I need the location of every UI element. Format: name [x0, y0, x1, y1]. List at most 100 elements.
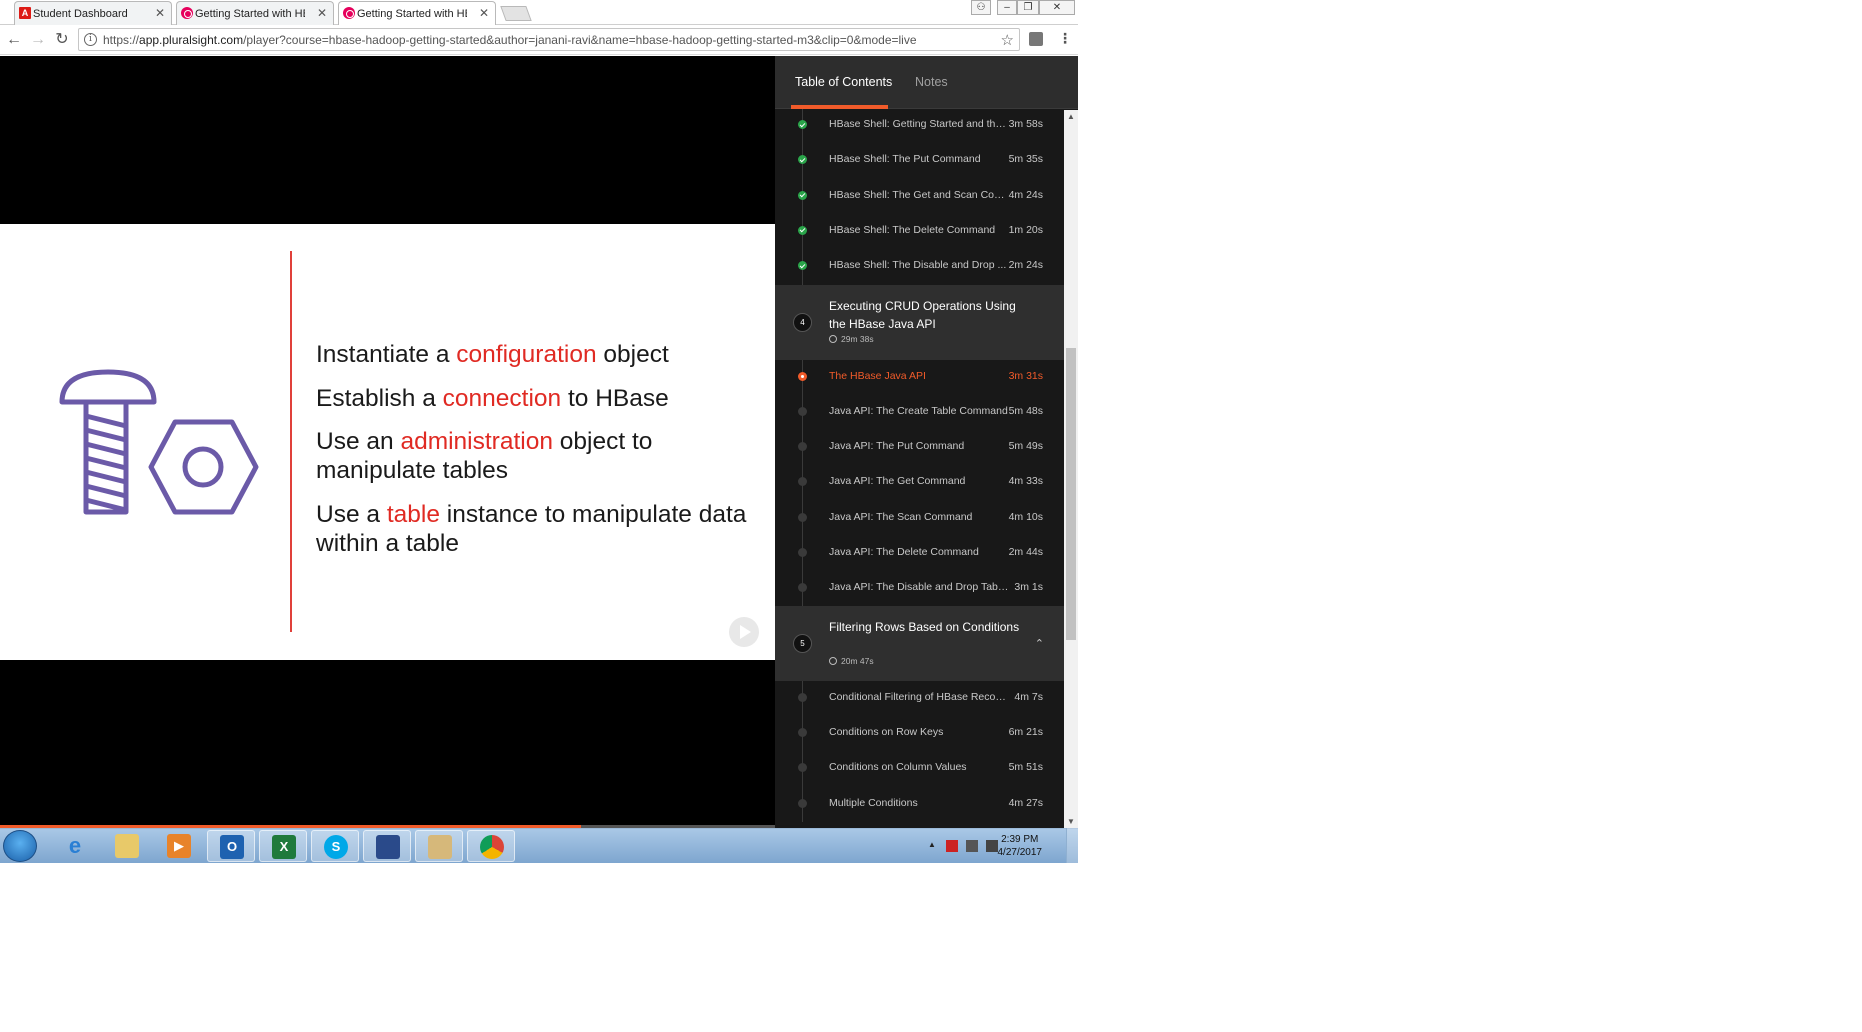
- clip-row[interactable]: Conditions on Column Values 5m 51s: [775, 751, 1064, 786]
- completed-check-icon: [798, 225, 807, 235]
- completed-check-icon: [798, 190, 807, 200]
- sidebar-scrollbar[interactable]: ▲ ▼: [1064, 110, 1078, 828]
- bullet-highlight: administration: [400, 428, 553, 455]
- module-header[interactable]: 4 Executing CRUD Operations Using the HBa…: [775, 285, 1064, 360]
- clip-row[interactable]: Conditional Filtering of HBase Records 4m…: [775, 681, 1064, 716]
- module-header[interactable]: 5 Filtering Rows Based on Conditions 20m 4…: [775, 605, 1064, 681]
- clip-title: Java API: The Put Command: [829, 440, 965, 453]
- pluralsight-favicon-icon: [181, 7, 193, 19]
- clip-duration: 4m 27s: [1008, 796, 1043, 809]
- clip-row[interactable]: Java API: The Scan Command 4m 10s: [775, 501, 1064, 536]
- scrollbar-thumb[interactable]: [1066, 348, 1076, 640]
- close-window-icon[interactable]: ✕: [1039, 0, 1075, 15]
- clip-row[interactable]: Java API: The Put Command 5m 49s: [775, 430, 1064, 465]
- slide-bullet-list: Instantiate a configuration object Estab…: [316, 340, 766, 572]
- clip-row[interactable]: Java API: The Disable and Drop Table... 3…: [775, 571, 1064, 606]
- browser-tab[interactable]: Getting Started with HBase ✕: [176, 1, 334, 25]
- extension-icon[interactable]: [1029, 32, 1043, 46]
- site-info-icon[interactable]: i: [84, 33, 97, 46]
- tab-table-of-contents[interactable]: Table of Contents: [795, 75, 892, 89]
- chevron-up-icon[interactable]: ⌃: [1035, 637, 1044, 650]
- clip-row[interactable]: Java API: The Delete Command 2m 44s: [775, 536, 1064, 571]
- clock-icon: [829, 656, 837, 665]
- show-desktop-button[interactable]: [1066, 828, 1078, 863]
- taskbar-clock[interactable]: 2:39 PM 4/27/2017: [998, 833, 1043, 859]
- media-player-icon[interactable]: ▶: [155, 830, 203, 862]
- clip-row[interactable]: The HBase Java API 3m 31s: [775, 360, 1064, 395]
- clip-duration: 5m 49s: [1008, 440, 1043, 453]
- clip-title: Java API: The Create Table Command: [829, 404, 1008, 417]
- clip-status-icon: [798, 583, 807, 593]
- clip-duration: 5m 35s: [1008, 153, 1043, 166]
- tab-notes[interactable]: Notes: [915, 75, 948, 89]
- video-player[interactable]: Instantiate a configuration object Estab…: [0, 56, 775, 828]
- chrome-icon[interactable]: [467, 830, 515, 862]
- clip-row[interactable]: Java API: The Get Command 4m 33s: [775, 465, 1064, 500]
- module-duration-text: 29m 38s: [841, 334, 874, 344]
- module-number-badge: 5: [793, 633, 812, 653]
- clip-row[interactable]: HBase Shell: Getting Started and the... 3…: [775, 109, 1064, 143]
- clip-row[interactable]: HBase Shell: The Delete Command 1m 20s: [775, 214, 1064, 249]
- forward-arrow-icon[interactable]: →: [28, 30, 48, 50]
- volume-icon[interactable]: [986, 840, 998, 852]
- url-scheme: https://: [103, 33, 140, 47]
- browser-menu-icon[interactable]: ⋮: [1058, 30, 1072, 47]
- scroll-down-icon[interactable]: ▼: [1067, 817, 1075, 826]
- restore-icon[interactable]: ❐: [1017, 0, 1039, 15]
- close-tab-icon[interactable]: ✕: [317, 6, 327, 20]
- url-text[interactable]: https://app.pluralsight.com/player?cours…: [103, 33, 917, 47]
- bullet-text: Use an: [316, 428, 401, 455]
- clip-duration: 4m 7s: [1014, 690, 1043, 703]
- show-hidden-icons-icon[interactable]: ▲: [928, 840, 940, 852]
- close-tab-icon[interactable]: ✕: [479, 6, 489, 20]
- close-tab-icon[interactable]: ✕: [155, 6, 165, 20]
- pluralsight-favicon-icon: [343, 7, 355, 19]
- course-sidebar: Table of Contents Notes HBase Shell: Get…: [775, 56, 1078, 828]
- paint-icon[interactable]: [415, 830, 463, 862]
- clip-row[interactable]: HBase Shell: The Disable and Drop ... 2m …: [775, 249, 1064, 284]
- clock-icon: [829, 335, 837, 343]
- browser-tab-active[interactable]: Getting Started with HBase ✕: [338, 1, 496, 25]
- clip-row[interactable]: HBase Shell: The Get and Scan Com... 4m 2…: [775, 179, 1064, 214]
- file-explorer-icon[interactable]: [103, 830, 151, 862]
- now-playing-icon: [798, 371, 807, 381]
- screw-head: [59, 369, 157, 405]
- internet-explorer-icon[interactable]: e: [51, 830, 99, 862]
- new-tab-button[interactable]: [500, 6, 532, 21]
- skype-icon[interactable]: S: [311, 830, 359, 862]
- browser-tab[interactable]: A Student Dashboard ✕: [14, 1, 172, 25]
- browser-toolbar: ← → ↻ i https://app.pluralsight.com/play…: [0, 25, 1078, 55]
- start-button[interactable]: [3, 830, 37, 862]
- scroll-up-icon[interactable]: ▲: [1067, 112, 1075, 121]
- clip-row[interactable]: Java API: The Create Table Command 5m 48s: [775, 395, 1064, 430]
- bullet-text: Instantiate a: [316, 341, 457, 368]
- clip-status-icon: [798, 406, 807, 416]
- clip-row[interactable]: Multiple Conditions 4m 27s: [775, 787, 1064, 822]
- outlook-icon[interactable]: O: [207, 830, 255, 862]
- bullet-text: to HBase: [561, 384, 669, 412]
- minimize-icon[interactable]: –: [997, 0, 1017, 15]
- virtualbox-icon[interactable]: [363, 830, 411, 862]
- clip-duration: 5m 48s: [1008, 404, 1043, 417]
- excel-icon[interactable]: X: [259, 830, 307, 862]
- back-arrow-icon[interactable]: ←: [4, 30, 24, 50]
- clip-status-icon: [798, 692, 807, 702]
- clip-title: Conditional Filtering of HBase Records: [829, 690, 1009, 703]
- browser-tab-strip: A Student Dashboard ✕ Getting Started wi…: [0, 0, 1078, 25]
- user-profile-icon[interactable]: ⚇: [971, 0, 991, 15]
- nut-hexagon: [148, 419, 259, 515]
- address-bar[interactable]: i https://app.pluralsight.com/player?cou…: [78, 28, 1020, 51]
- action-center-icon[interactable]: [946, 840, 958, 852]
- module-number-badge: 4: [793, 313, 812, 332]
- reload-icon[interactable]: ↻: [52, 30, 72, 50]
- screw-and-nut-icon: [59, 369, 259, 515]
- bullet-highlight: connection: [442, 384, 562, 412]
- clip-row[interactable]: Conditions on Row Keys 6m 21s: [775, 716, 1064, 751]
- clip-row[interactable]: HBase Shell: The Put Command 5m 35s: [775, 143, 1064, 178]
- slide-divider: [290, 251, 292, 632]
- clip-status-icon: [798, 512, 807, 522]
- clip-title: HBase Shell: The Delete Command: [829, 223, 996, 236]
- bookmark-star-icon[interactable]: ☆: [1001, 31, 1014, 49]
- clip-duration: 1m 20s: [1008, 223, 1043, 236]
- network-icon[interactable]: [966, 840, 978, 852]
